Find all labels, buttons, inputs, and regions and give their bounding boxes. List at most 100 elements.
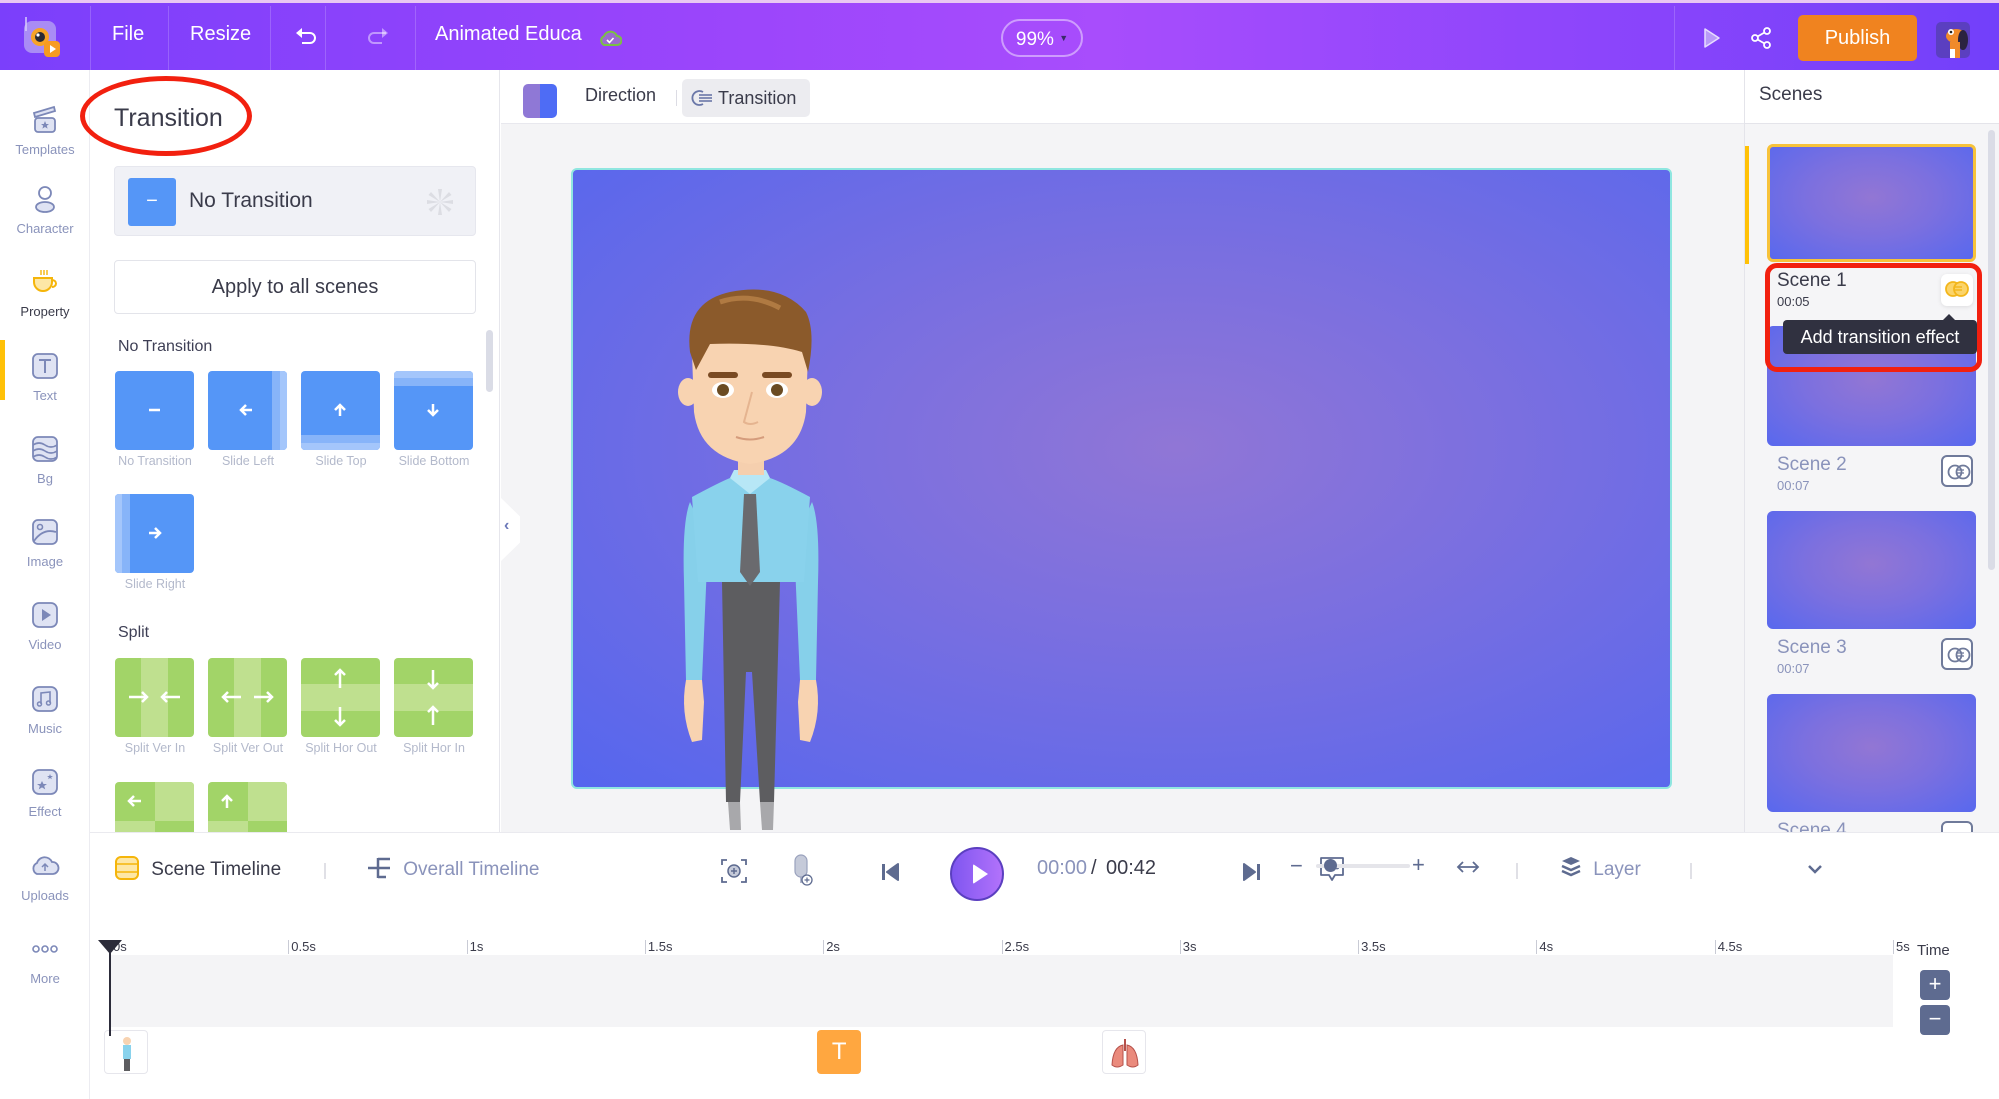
zoom-value: 99% — [1015, 29, 1054, 50]
transition-caption: Split Hor In — [403, 741, 465, 755]
sidebar-item-more[interactable]: More — [0, 933, 90, 1013]
transition-tab-button[interactable]: Transition — [682, 79, 810, 117]
transition-color-swatch[interactable] — [523, 84, 557, 118]
timeline-clip-text[interactable]: T — [817, 1030, 862, 1074]
scene-thumbnail-3[interactable] — [1767, 511, 1976, 629]
selected-scene-indicator — [1745, 146, 1749, 264]
playhead-handle[interactable] — [98, 940, 122, 954]
sidebar-item-label: Templates — [15, 142, 75, 157]
coffee-cup-icon — [33, 270, 57, 292]
zoom-dropdown[interactable]: 99% ▼ — [1001, 19, 1083, 57]
time-separator: / — [1091, 857, 1097, 879]
sidebar-item-music[interactable]: Music — [0, 683, 90, 763]
apply-to-all-scenes-button[interactable]: Apply to all scenes — [114, 260, 476, 314]
skip-back-icon[interactable] — [880, 862, 900, 882]
section-label-split: Split — [118, 624, 150, 641]
scenes-title: Scenes — [1759, 84, 1823, 105]
focus-add-icon[interactable] — [720, 857, 748, 885]
time-zoom-out-button[interactable]: − — [1920, 1005, 1950, 1035]
transition-split-hor-in[interactable] — [394, 658, 473, 737]
ruler-tick: 5s — [1893, 940, 1910, 954]
chevron-down-icon[interactable] — [1806, 863, 1824, 877]
transition-caption: Slide Left — [221, 454, 275, 468]
overall-timeline-tab[interactable]: Overall Timeline — [366, 855, 540, 881]
scene-timeline-tab[interactable]: Scene Timeline — [114, 855, 281, 881]
scenes-scrollbar[interactable] — [1988, 130, 1995, 570]
transition-slide-bottom[interactable] — [394, 371, 473, 450]
sidebar-item-label: Bg — [37, 471, 53, 486]
layer-button[interactable]: Layer — [1560, 855, 1641, 881]
transition-caption: No Transition — [118, 454, 192, 468]
add-transition-button-scene-4[interactable] — [1941, 821, 1973, 832]
overall-timeline-icon — [368, 857, 390, 879]
sidebar-item-effect[interactable]: Effect — [0, 766, 90, 846]
stage-toolbar: Direction Transition — [501, 70, 1744, 124]
panel-scrollbar[interactable] — [486, 330, 493, 392]
preview-play-icon[interactable] — [1702, 27, 1722, 49]
redo-icon[interactable] — [366, 27, 390, 47]
zoom-out-icon[interactable]: − — [1290, 853, 1303, 879]
character-man[interactable] — [670, 282, 830, 832]
no-transition-swatch: − — [128, 178, 176, 226]
loading-spinner-icon — [427, 189, 453, 215]
timeline-zoom-slider[interactable] — [1316, 859, 1410, 872]
transition-split-hor-out[interactable] — [301, 658, 380, 737]
chevron-left-icon: ‹ — [504, 517, 510, 534]
zoom-in-icon[interactable]: + — [1412, 852, 1425, 878]
direction-button[interactable]: Direction — [585, 85, 656, 106]
sidebar-item-property[interactable]: Property — [0, 266, 90, 346]
file-menu[interactable]: File — [112, 23, 144, 46]
ruler-tick: 4s — [1536, 940, 1553, 954]
slider-handle[interactable] — [1324, 859, 1338, 872]
scene-thumbnail-1[interactable] — [1767, 144, 1976, 262]
sidebar-item-character[interactable]: Character — [0, 183, 90, 263]
user-avatar[interactable] — [1936, 22, 1970, 58]
current-transition[interactable]: − No Transition — [114, 166, 476, 236]
arrow-right-icon — [149, 527, 162, 539]
fit-width-icon[interactable] — [1456, 858, 1480, 876]
playhead-line[interactable] — [109, 944, 111, 1036]
microphone-add-icon[interactable] — [790, 853, 814, 887]
app-logo[interactable] — [20, 15, 66, 61]
project-title[interactable]: Animated Educa — [435, 23, 582, 46]
arrow-up-icon — [334, 403, 346, 416]
sidebar-item-label: Uploads — [21, 888, 69, 903]
add-transition-button-scene-3[interactable] — [1941, 638, 1973, 670]
sidebar-item-text[interactable]: Text — [0, 350, 90, 430]
skip-forward-icon[interactable] — [1242, 862, 1262, 882]
sidebar-item-uploads[interactable]: Uploads — [0, 850, 90, 930]
section-label-no-transition: No Transition — [118, 338, 213, 355]
dash-icon — [149, 408, 160, 412]
transition-split-corner-up[interactable] — [208, 782, 287, 832]
transition-slide-left[interactable] — [208, 371, 287, 450]
cloud-upload-icon — [32, 856, 60, 875]
time-zoom-label: Time — [1917, 942, 1950, 959]
sparkle-icon — [32, 769, 58, 795]
scene-thumbnail-4[interactable] — [1767, 694, 1976, 812]
sidebar-item-bg[interactable]: Bg — [0, 433, 90, 513]
sidebar-item-image[interactable]: Image — [0, 516, 90, 596]
publish-button[interactable]: Publish — [1798, 15, 1917, 61]
scenes-header: Scenes — [1745, 70, 1999, 124]
transition-no-transition[interactable] — [115, 371, 194, 450]
timeline-track-area: 0s 0.5s 1s 1.5s 2s 2.5s 3s 3.5s 4s 4.5s 5s T Time … — [90, 908, 1999, 1099]
timeline-clip-image-lungs[interactable] — [1102, 1030, 1147, 1074]
transition-split-ver-in[interactable] — [115, 658, 194, 737]
transition-split-corner-left[interactable] — [115, 782, 194, 832]
time-zoom-in-button[interactable]: + — [1920, 970, 1950, 1000]
add-transition-button-scene-2[interactable] — [1941, 455, 1973, 487]
ruler-tick: 4.5s — [1714, 940, 1742, 954]
sidebar-item-templates[interactable]: Templates — [0, 104, 90, 184]
timeline-clip-character[interactable] — [104, 1030, 148, 1074]
resize-button[interactable]: Resize — [190, 23, 251, 46]
track-lane[interactable] — [110, 955, 1893, 1027]
transition-split-ver-out[interactable] — [208, 658, 287, 737]
play-button[interactable] — [950, 847, 1004, 901]
sidebar-item-video[interactable]: Video — [0, 599, 90, 679]
transition-slide-top[interactable] — [301, 371, 380, 450]
ruler-tick: 3.5s — [1358, 940, 1386, 954]
total-time: 00:42 — [1106, 857, 1157, 879]
undo-icon[interactable] — [294, 27, 318, 47]
transition-slide-right[interactable] — [115, 494, 194, 573]
share-icon[interactable] — [1750, 27, 1772, 49]
